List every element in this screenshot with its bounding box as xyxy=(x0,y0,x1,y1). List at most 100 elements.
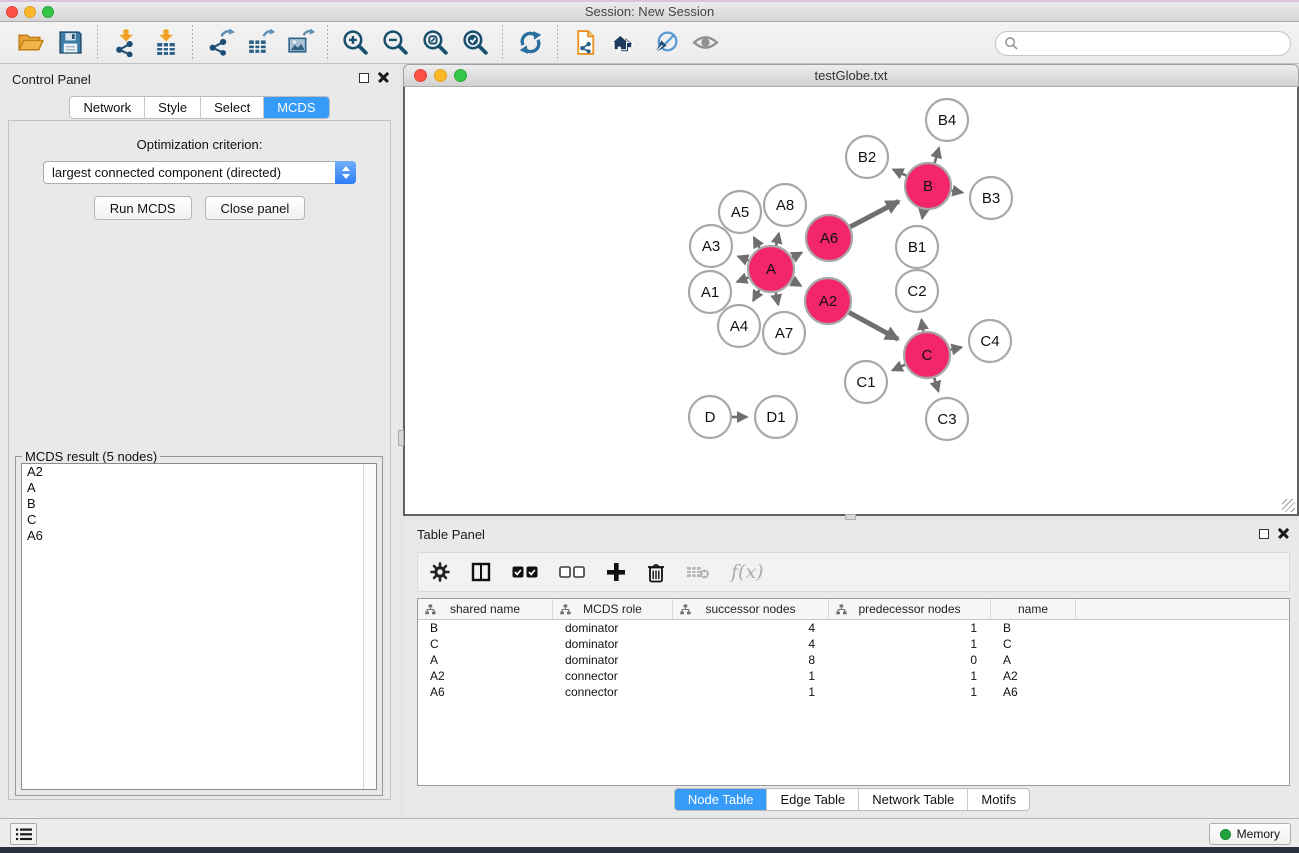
result-item[interactable]: A2 xyxy=(22,464,376,480)
close-panel-button[interactable]: Close panel xyxy=(205,196,306,220)
close-panel-icon[interactable] xyxy=(378,72,389,83)
float-panel-icon[interactable] xyxy=(359,73,369,83)
tab-mcds[interactable]: MCDS xyxy=(263,97,328,118)
mcds-result-list[interactable]: A2ABCA6 xyxy=(21,463,377,790)
open-session-button[interactable] xyxy=(10,25,50,61)
result-scrollbar[interactable] xyxy=(363,464,376,789)
graph-node[interactable]: C3 xyxy=(926,398,968,440)
graph-node[interactable]: C2 xyxy=(896,270,938,312)
graph-edge[interactable] xyxy=(950,347,961,350)
graph-edge[interactable] xyxy=(893,365,906,371)
result-item[interactable]: B xyxy=(22,496,376,512)
hide-graphics-button[interactable] xyxy=(645,25,685,61)
column-header[interactable]: shared name xyxy=(418,599,553,619)
graph-edge[interactable] xyxy=(850,201,899,226)
search-input[interactable] xyxy=(995,31,1291,56)
table-cell[interactable]: C xyxy=(418,637,553,651)
graph-node[interactable]: D1 xyxy=(755,396,797,438)
table-cell[interactable]: A xyxy=(991,653,1076,667)
eye-button[interactable] xyxy=(685,25,725,61)
tab-network-table[interactable]: Network Table xyxy=(858,789,967,810)
zoom-selected-button[interactable] xyxy=(455,25,495,61)
zoom-fit-button[interactable] xyxy=(415,25,455,61)
delete-table-icon[interactable] xyxy=(686,564,710,580)
graph-edge[interactable] xyxy=(922,210,924,219)
graph-node[interactable]: C xyxy=(904,332,950,378)
graph-node[interactable]: A xyxy=(748,246,794,292)
network-window-titlebar[interactable]: testGlobe.txt xyxy=(403,64,1299,87)
table-cell[interactable]: connector xyxy=(553,669,673,683)
run-mcds-button[interactable]: Run MCDS xyxy=(94,196,192,220)
graph-node[interactable]: C4 xyxy=(969,320,1011,362)
export-network-button[interactable] xyxy=(200,25,240,61)
graph-node[interactable]: A3 xyxy=(690,225,732,267)
graph-edge[interactable] xyxy=(849,312,898,339)
table-cell[interactable]: A2 xyxy=(418,669,553,683)
graph-node[interactable]: B4 xyxy=(926,99,968,141)
graph-node[interactable]: D xyxy=(689,396,731,438)
function-builder-icon[interactable]: f(x) xyxy=(731,561,764,583)
graph-edge[interactable] xyxy=(738,256,749,260)
zoom-in-button[interactable] xyxy=(335,25,375,61)
table-cell[interactable]: 8 xyxy=(673,653,829,667)
float-panel-icon[interactable] xyxy=(1259,529,1269,539)
graph-node[interactable]: A5 xyxy=(719,191,761,233)
graph-node[interactable]: B2 xyxy=(846,136,888,178)
select-all-icon[interactable] xyxy=(512,565,538,579)
table-cell[interactable]: 4 xyxy=(673,621,829,635)
graph-edge[interactable] xyxy=(952,190,963,192)
graph-edge[interactable] xyxy=(921,320,923,332)
graph-node[interactable]: C1 xyxy=(845,361,887,403)
deselect-all-icon[interactable] xyxy=(559,565,585,579)
table-cell[interactable]: 1 xyxy=(829,637,991,651)
import-table-button[interactable] xyxy=(145,25,185,61)
graph-edge[interactable] xyxy=(776,233,779,245)
column-header[interactable]: MCDS role xyxy=(553,599,673,619)
graph-edge[interactable] xyxy=(934,378,938,391)
table-row[interactable]: Adominator80A xyxy=(418,652,1289,668)
home-button[interactable] xyxy=(605,25,645,61)
export-table-button[interactable] xyxy=(240,25,280,61)
delete-icon[interactable] xyxy=(647,562,665,583)
table-cell[interactable]: A2 xyxy=(991,669,1076,683)
table-row[interactable]: Bdominator41B xyxy=(418,620,1289,636)
table-cell[interactable]: A6 xyxy=(418,685,553,699)
memory-button[interactable]: Memory xyxy=(1209,823,1291,845)
graph-node[interactable]: A1 xyxy=(689,271,731,313)
result-item[interactable]: C xyxy=(22,512,376,528)
table-cell[interactable]: 1 xyxy=(673,669,829,683)
tab-motifs[interactable]: Motifs xyxy=(967,789,1029,810)
vertical-splitter-handle[interactable] xyxy=(398,430,404,446)
table-cell[interactable]: dominator xyxy=(553,637,673,651)
task-history-button[interactable] xyxy=(10,823,37,845)
network-from-file-button[interactable] xyxy=(565,25,605,61)
settings-gear-icon[interactable] xyxy=(430,562,450,582)
table-cell[interactable]: 1 xyxy=(829,685,991,699)
table-cell[interactable]: 4 xyxy=(673,637,829,651)
graph-edge[interactable] xyxy=(776,293,778,305)
node-table[interactable]: shared nameMCDS rolesuccessor nodesprede… xyxy=(417,598,1290,786)
refresh-button[interactable] xyxy=(510,25,550,61)
graph-edge[interactable] xyxy=(737,277,748,281)
table-row[interactable]: A6connector11A6 xyxy=(418,684,1289,700)
table-cell[interactable]: A xyxy=(418,653,553,667)
graph-node[interactable]: B3 xyxy=(970,177,1012,219)
table-cell[interactable]: dominator xyxy=(553,621,673,635)
table-cell[interactable]: B xyxy=(991,621,1076,635)
optimization-criterion-select[interactable]: largest connected component (directed) xyxy=(43,161,356,184)
graph-edge[interactable] xyxy=(935,148,939,163)
tab-style[interactable]: Style xyxy=(144,97,200,118)
graph-edge[interactable] xyxy=(792,253,801,258)
tab-node-table[interactable]: Node Table xyxy=(675,789,767,810)
network-canvas[interactable]: B4B2BB3A5A8A6A3B1AA1C2A2A4A7C4CC1DD1C3 xyxy=(403,87,1299,516)
table-cell[interactable]: B xyxy=(418,621,553,635)
tab-edge-table[interactable]: Edge Table xyxy=(766,789,858,810)
export-image-button[interactable] xyxy=(280,25,320,61)
column-header[interactable]: name xyxy=(991,599,1076,619)
import-network-button[interactable] xyxy=(105,25,145,61)
graph-node[interactable]: A8 xyxy=(764,184,806,226)
table-cell[interactable]: 1 xyxy=(829,669,991,683)
resize-grip-icon[interactable] xyxy=(1282,499,1295,512)
table-cell[interactable]: A6 xyxy=(991,685,1076,699)
graph-edge[interactable] xyxy=(753,290,759,301)
